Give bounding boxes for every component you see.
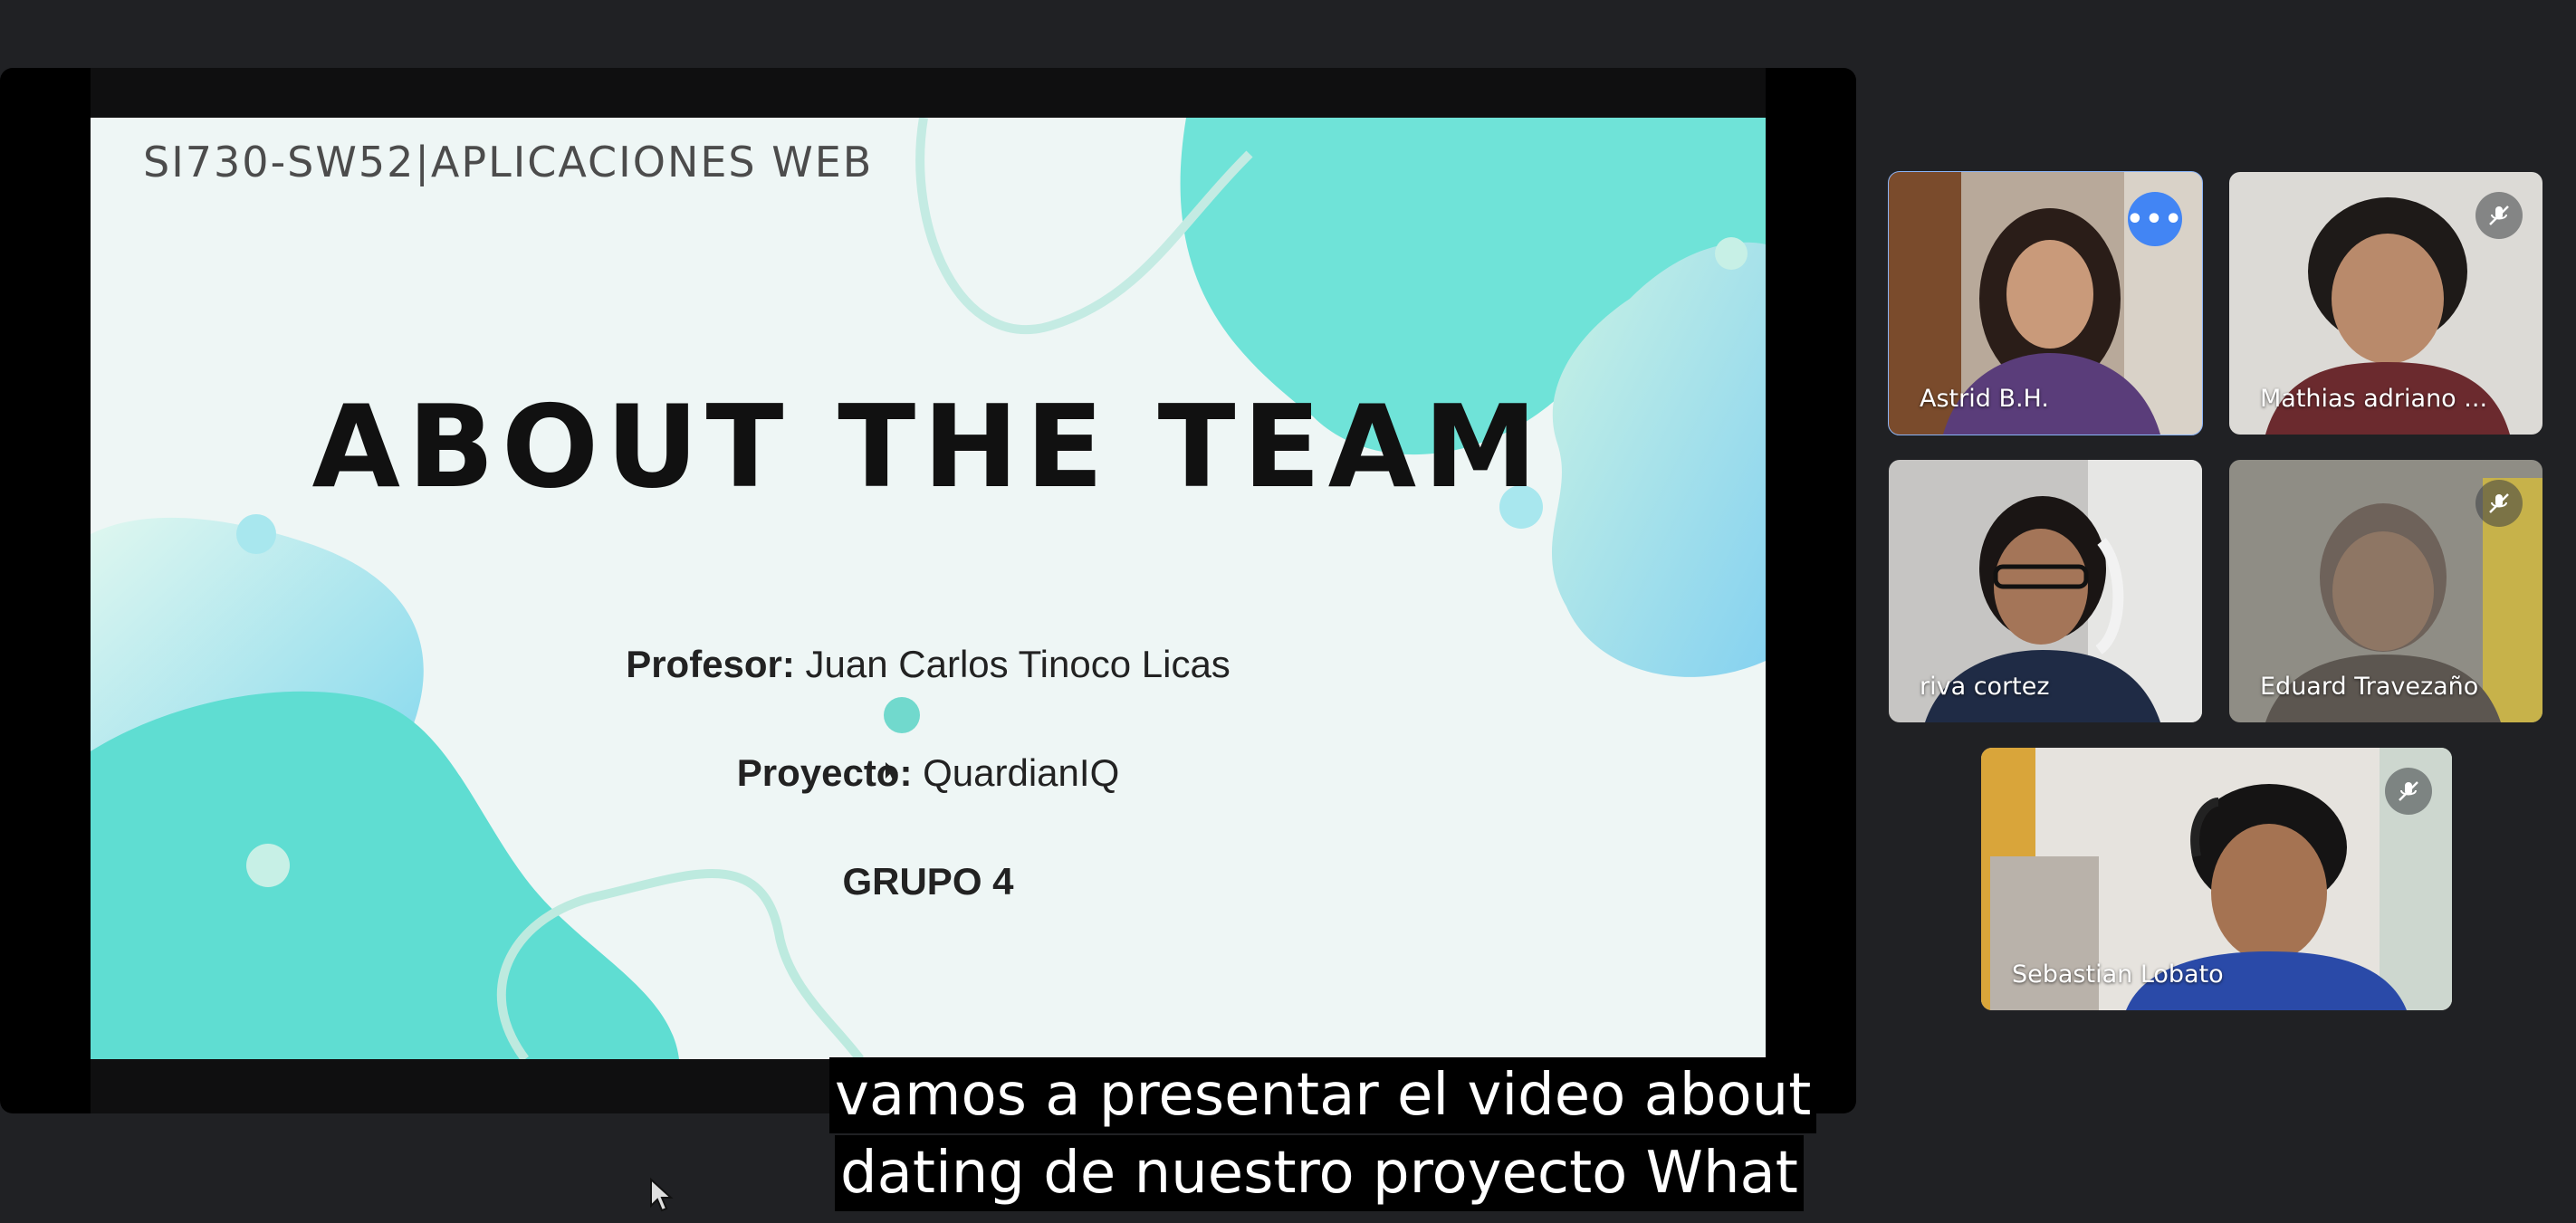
laser-pointer-icon — [884, 697, 920, 733]
caption-line-2: dating de nuestro proyecto What — [835, 1135, 1804, 1211]
participant-name: riva cortez — [1920, 673, 2050, 701]
course-title: SI730-SW52|APLICACIONES WEB — [143, 138, 874, 186]
shared-screen: SI730-SW52|APLICACIONES WEB ABOUT THE TE… — [0, 68, 1856, 1113]
participant-name: Eduard Travezaño — [2260, 673, 2479, 701]
more-options-button[interactable]: ••• — [2126, 192, 2182, 246]
participant-tile-sebastian[interactable]: Sebastian Lobato — [1981, 748, 2452, 1010]
participant-tile-astrid[interactable]: ••• Astrid B.H. — [1888, 171, 2203, 435]
participant-tile-riva[interactable]: riva cortez — [1889, 460, 2202, 722]
shared-screen-topbar — [91, 68, 1766, 118]
slide-headline: ABOUT THE TEAM — [311, 380, 1545, 513]
participant-tile-eduard[interactable]: Eduard Travezaño — [2229, 460, 2542, 722]
mic-off-icon — [2475, 480, 2523, 527]
proyecto-line: Proyecto: QuardianIQ — [91, 751, 1766, 795]
presentation-slide: SI730-SW52|APLICACIONES WEB ABOUT THE TE… — [91, 118, 1766, 1059]
slide-cursor-icon — [886, 762, 898, 782]
profesor-label: Profesor: — [626, 643, 795, 685]
proyecto-value: QuardianIQ — [912, 751, 1120, 794]
grupo-label: GRUPO 4 — [842, 860, 1014, 903]
participant-tile-mathias[interactable]: Mathias adriano ... — [2229, 172, 2542, 435]
profesor-value: Juan Carlos Tinoco Licas — [794, 643, 1231, 685]
participant-name: Mathias adriano ... — [2260, 385, 2488, 413]
caption-line-1: vamos a presentar el video about — [829, 1057, 1817, 1133]
mic-off-icon — [2385, 768, 2432, 815]
participant-name: Astrid B.H. — [1920, 385, 2049, 413]
slide-decoration — [91, 118, 1766, 1059]
mouse-cursor-icon — [650, 1177, 674, 1212]
profesor-line: Profesor: Juan Carlos Tinoco Licas — [91, 643, 1766, 686]
mic-off-icon — [2475, 192, 2523, 239]
participant-name: Sebastian Lobato — [2012, 960, 2224, 989]
